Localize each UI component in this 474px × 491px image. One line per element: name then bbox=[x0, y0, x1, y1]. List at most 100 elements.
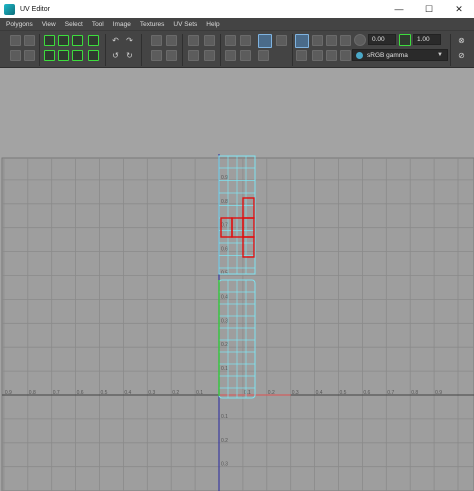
y-tick-label: 0.2 bbox=[221, 438, 228, 444]
x-tick-label: 0.3 bbox=[148, 390, 155, 396]
rotate-ccw-90-icon[interactable]: ↺ bbox=[110, 50, 121, 61]
grid-snap-icon[interactable] bbox=[151, 35, 162, 46]
rotate-cw-icon[interactable]: ↷ bbox=[124, 35, 135, 46]
flip-u-icon[interactable] bbox=[88, 35, 99, 46]
x-tick-label: 0.2 bbox=[172, 390, 179, 396]
vertex-select-icon[interactable] bbox=[10, 50, 21, 61]
x-tick-label: 0.4 bbox=[124, 390, 131, 396]
more-options-icon[interactable]: ⊘ bbox=[456, 50, 467, 61]
checker-icon[interactable] bbox=[326, 35, 337, 46]
uv-select-icon[interactable] bbox=[10, 35, 21, 46]
x-tick-label: 0.8 bbox=[411, 390, 418, 396]
shaded-icon[interactable] bbox=[312, 35, 323, 46]
clear-isolate-icon[interactable] bbox=[240, 50, 251, 61]
rotate-tool-icon[interactable] bbox=[58, 35, 69, 46]
menu-select[interactable]: Select bbox=[65, 21, 83, 28]
add-to-isolate-icon[interactable] bbox=[240, 35, 251, 46]
window-controls: — ☐ ✕ bbox=[384, 0, 474, 18]
expand-icon[interactable] bbox=[276, 35, 287, 46]
image-display-icon[interactable] bbox=[258, 34, 272, 48]
y-tick-label: 0.8 bbox=[221, 199, 228, 205]
toolbar-separator bbox=[292, 34, 293, 66]
x-tick-label: 0.2 bbox=[268, 390, 275, 396]
uv-viewport[interactable]: 0.9 0.8 0.7 0.6 0.5 0.4 0.3 0.2 0.1 0.1 0.2 0.3 0.4 0… bbox=[0, 68, 474, 491]
toolbar-separator bbox=[105, 34, 106, 66]
y-tick-label: 0.1 bbox=[221, 366, 228, 372]
menu-view[interactable]: View bbox=[42, 21, 56, 28]
layout-icon[interactable] bbox=[166, 35, 177, 46]
menu-help[interactable]: Help bbox=[206, 21, 219, 28]
title-bar: UV Editor — ☐ ✕ bbox=[0, 0, 474, 18]
x-tick-label: 0.9 bbox=[5, 390, 12, 396]
display-grid-icon[interactable] bbox=[312, 50, 323, 61]
x-tick-label: 0.1 bbox=[244, 390, 251, 396]
dim-image-icon[interactable] bbox=[258, 50, 269, 61]
pin-uv-icon[interactable] bbox=[188, 35, 199, 46]
y-tick-label: 0.7 bbox=[221, 223, 228, 229]
stack-shells-icon[interactable] bbox=[88, 50, 99, 61]
exposure-field[interactable]: 0.00 bbox=[368, 34, 396, 45]
pixel-snap-icon[interactable] bbox=[326, 50, 337, 61]
minimize-button[interactable]: — bbox=[384, 0, 414, 18]
uv-editor-window: UV Editor — ☐ ✕ Polygons View Select Too… bbox=[0, 0, 474, 491]
y-tick-label: 0.6 bbox=[221, 247, 228, 253]
gamma-field[interactable]: 1.00 bbox=[413, 34, 441, 45]
y-tick-label: 0.3 bbox=[221, 318, 228, 324]
y-tick-label: 0.2 bbox=[221, 342, 228, 348]
toolbar: ↶ ↷ ↺ ↻ 0.00 1.00 sRGB gamma ▼ ⊗ ⊘ bbox=[0, 30, 474, 68]
flip-v-icon[interactable] bbox=[72, 50, 83, 61]
rotate-ccw-icon[interactable]: ↶ bbox=[110, 35, 121, 46]
close-view-icon[interactable]: ⊗ bbox=[456, 35, 467, 46]
x-tick-label: 0.8 bbox=[29, 390, 36, 396]
toolbar-separator bbox=[220, 34, 221, 66]
view-transform-icon bbox=[356, 52, 363, 59]
x-tick-label: 0.7 bbox=[53, 390, 60, 396]
uv-grid-canvas[interactable]: 0.9 0.8 0.7 0.6 0.5 0.4 0.3 0.2 0.1 0.1 0.2 0.3 0.4 0… bbox=[0, 68, 474, 491]
y-tick-label: 0.1 bbox=[221, 414, 228, 420]
align-icon[interactable] bbox=[44, 50, 55, 61]
x-tick-label: 0.7 bbox=[387, 390, 394, 396]
menu-polygons[interactable]: Polygons bbox=[6, 21, 33, 28]
sew-icon[interactable] bbox=[188, 50, 199, 61]
cut-icon[interactable] bbox=[204, 50, 215, 61]
x-tick-label: 0.6 bbox=[363, 390, 370, 396]
maya-app-icon bbox=[4, 3, 15, 15]
toolbar-separator bbox=[141, 34, 142, 66]
maximize-button[interactable]: ☐ bbox=[414, 0, 444, 18]
distortion-icon[interactable] bbox=[340, 35, 351, 46]
menu-tool[interactable]: Tool bbox=[92, 21, 104, 28]
toolbar-separator bbox=[39, 34, 40, 66]
uv-shell-icon[interactable] bbox=[24, 35, 35, 46]
wireframe-icon[interactable] bbox=[295, 34, 309, 48]
menu-textures[interactable]: Textures bbox=[140, 21, 165, 28]
gamma-icon[interactable] bbox=[399, 34, 411, 46]
x-tick-label: 0.3 bbox=[292, 390, 299, 396]
x-tick-label: 0.5 bbox=[101, 390, 108, 396]
menu-uv-sets[interactable]: UV Sets bbox=[173, 21, 197, 28]
isolate-select-icon[interactable] bbox=[225, 35, 236, 46]
unpin-uv-icon[interactable] bbox=[204, 35, 215, 46]
uv-grid-area bbox=[1, 157, 474, 491]
menu-image[interactable]: Image bbox=[113, 21, 131, 28]
remove-from-isolate-icon[interactable] bbox=[225, 50, 236, 61]
viewport-background bbox=[0, 68, 474, 158]
x-tick-label: 0.5 bbox=[340, 390, 347, 396]
close-button[interactable]: ✕ bbox=[444, 0, 474, 18]
x-tick-label: 0.6 bbox=[77, 390, 84, 396]
filter-icon[interactable] bbox=[340, 50, 351, 61]
exposure-icon[interactable] bbox=[354, 34, 366, 46]
menu-bar: Polygons View Select Tool Image Textures… bbox=[0, 18, 474, 30]
unfold-icon[interactable] bbox=[151, 50, 162, 61]
face-select-icon[interactable] bbox=[24, 50, 35, 61]
straighten-icon[interactable] bbox=[58, 50, 69, 61]
color-space-label: sRGB gamma bbox=[367, 52, 408, 59]
color-space-dropdown[interactable]: sRGB gamma ▼ bbox=[352, 49, 448, 61]
x-tick-label: 0.4 bbox=[316, 390, 323, 396]
rotate-cw-90-icon[interactable]: ↻ bbox=[124, 50, 135, 61]
toolbar-separator bbox=[182, 34, 183, 66]
y-tick-label: 0.4 bbox=[221, 294, 228, 300]
optimize-icon[interactable] bbox=[166, 50, 177, 61]
move-tool-icon[interactable] bbox=[44, 35, 55, 46]
scale-tool-icon[interactable] bbox=[72, 35, 83, 46]
texture-borders-icon[interactable] bbox=[296, 50, 307, 61]
